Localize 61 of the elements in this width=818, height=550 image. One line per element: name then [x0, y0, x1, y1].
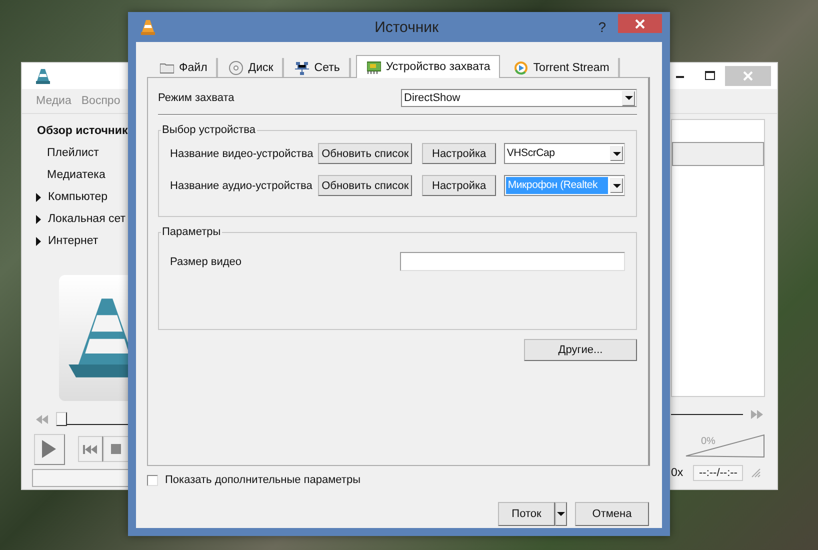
dropdown-arrow-icon [557, 512, 565, 516]
cone-icon [141, 19, 155, 35]
previous-icon [83, 444, 98, 454]
group-title: Выбор устройства [161, 123, 257, 137]
expand-arrow-icon[interactable] [35, 192, 42, 202]
settings-button[interactable]: Настройка [422, 143, 496, 164]
previous-button[interactable] [78, 436, 104, 462]
tab-label[interactable]: Диск [248, 62, 274, 74]
tab-label[interactable]: Сеть [314, 62, 340, 74]
expand-arrow-icon[interactable] [35, 236, 42, 246]
folder-icon [160, 60, 174, 74]
dropdown[interactable]: DirectShow [401, 89, 637, 107]
stop-button[interactable] [103, 436, 129, 462]
sidebar-item[interactable]: Медиатека [47, 169, 106, 181]
tab-label[interactable]: Устройство захвата [386, 61, 490, 73]
settings-button[interactable]: Настройка [422, 175, 496, 196]
dropdown-arrow-icon [624, 96, 632, 100]
input-field[interactable] [400, 252, 625, 271]
rewind-icon [36, 414, 48, 424]
field-label: Название видео-устройства [170, 148, 314, 160]
time-display: --:--/--:-- [693, 465, 744, 481]
dropdown-arrow-icon [612, 184, 620, 188]
resize-grip-icon [751, 468, 762, 478]
volume-reading: 0% [701, 436, 716, 447]
circuit-board-icon [366, 60, 381, 74]
playback-speed[interactable]: 0x [671, 467, 685, 479]
sidebar-item[interactable]: Обзор источник [37, 125, 128, 137]
more-options-button[interactable]: Другие... [524, 339, 637, 361]
checkbox-label[interactable]: Показать дополнительные параметры [165, 474, 360, 486]
sidebar-item[interactable]: Локальная сет [48, 213, 126, 225]
stream-button[interactable]: Поток [498, 502, 555, 526]
sidebar-item[interactable]: Плейлист [47, 147, 99, 159]
dropdown[interactable]: VHScrCap [504, 143, 625, 164]
help-button[interactable]: ? [598, 19, 606, 35]
refresh-list-button[interactable]: Обновить список [318, 175, 412, 196]
network-icon [295, 60, 310, 74]
close-button[interactable] [618, 14, 662, 33]
cancel-button[interactable]: Отмена [575, 502, 649, 526]
close-icon [635, 18, 645, 28]
sidebar-item[interactable]: Интернет [48, 235, 98, 247]
window-title: Источник [374, 18, 440, 36]
checkbox[interactable] [147, 474, 158, 486]
refresh-list-button[interactable]: Обновить список [318, 143, 412, 164]
cone-icon [36, 68, 50, 84]
disc-icon [229, 60, 244, 74]
fast-forward-icon [751, 410, 763, 418]
dropdown-arrow-icon [612, 152, 620, 156]
play-icon [42, 440, 56, 458]
stop-icon [111, 444, 122, 454]
play-circle-icon [514, 60, 528, 74]
field-label: Режим захвата [158, 92, 236, 104]
tab-label[interactable]: Файл [179, 62, 208, 74]
expand-arrow-icon[interactable] [35, 214, 42, 224]
sidebar-item[interactable]: Компьютер [48, 191, 108, 203]
group-title: Параметры [161, 225, 222, 239]
tab[interactable]: Устройство захвата [356, 55, 500, 78]
tab-label[interactable]: Torrent Stream [533, 62, 610, 74]
dropdown-button[interactable] [555, 502, 567, 526]
field-label: Размер видео [170, 256, 243, 268]
play-button[interactable] [34, 434, 65, 464]
field-label: Название аудио-устройства [170, 180, 314, 192]
